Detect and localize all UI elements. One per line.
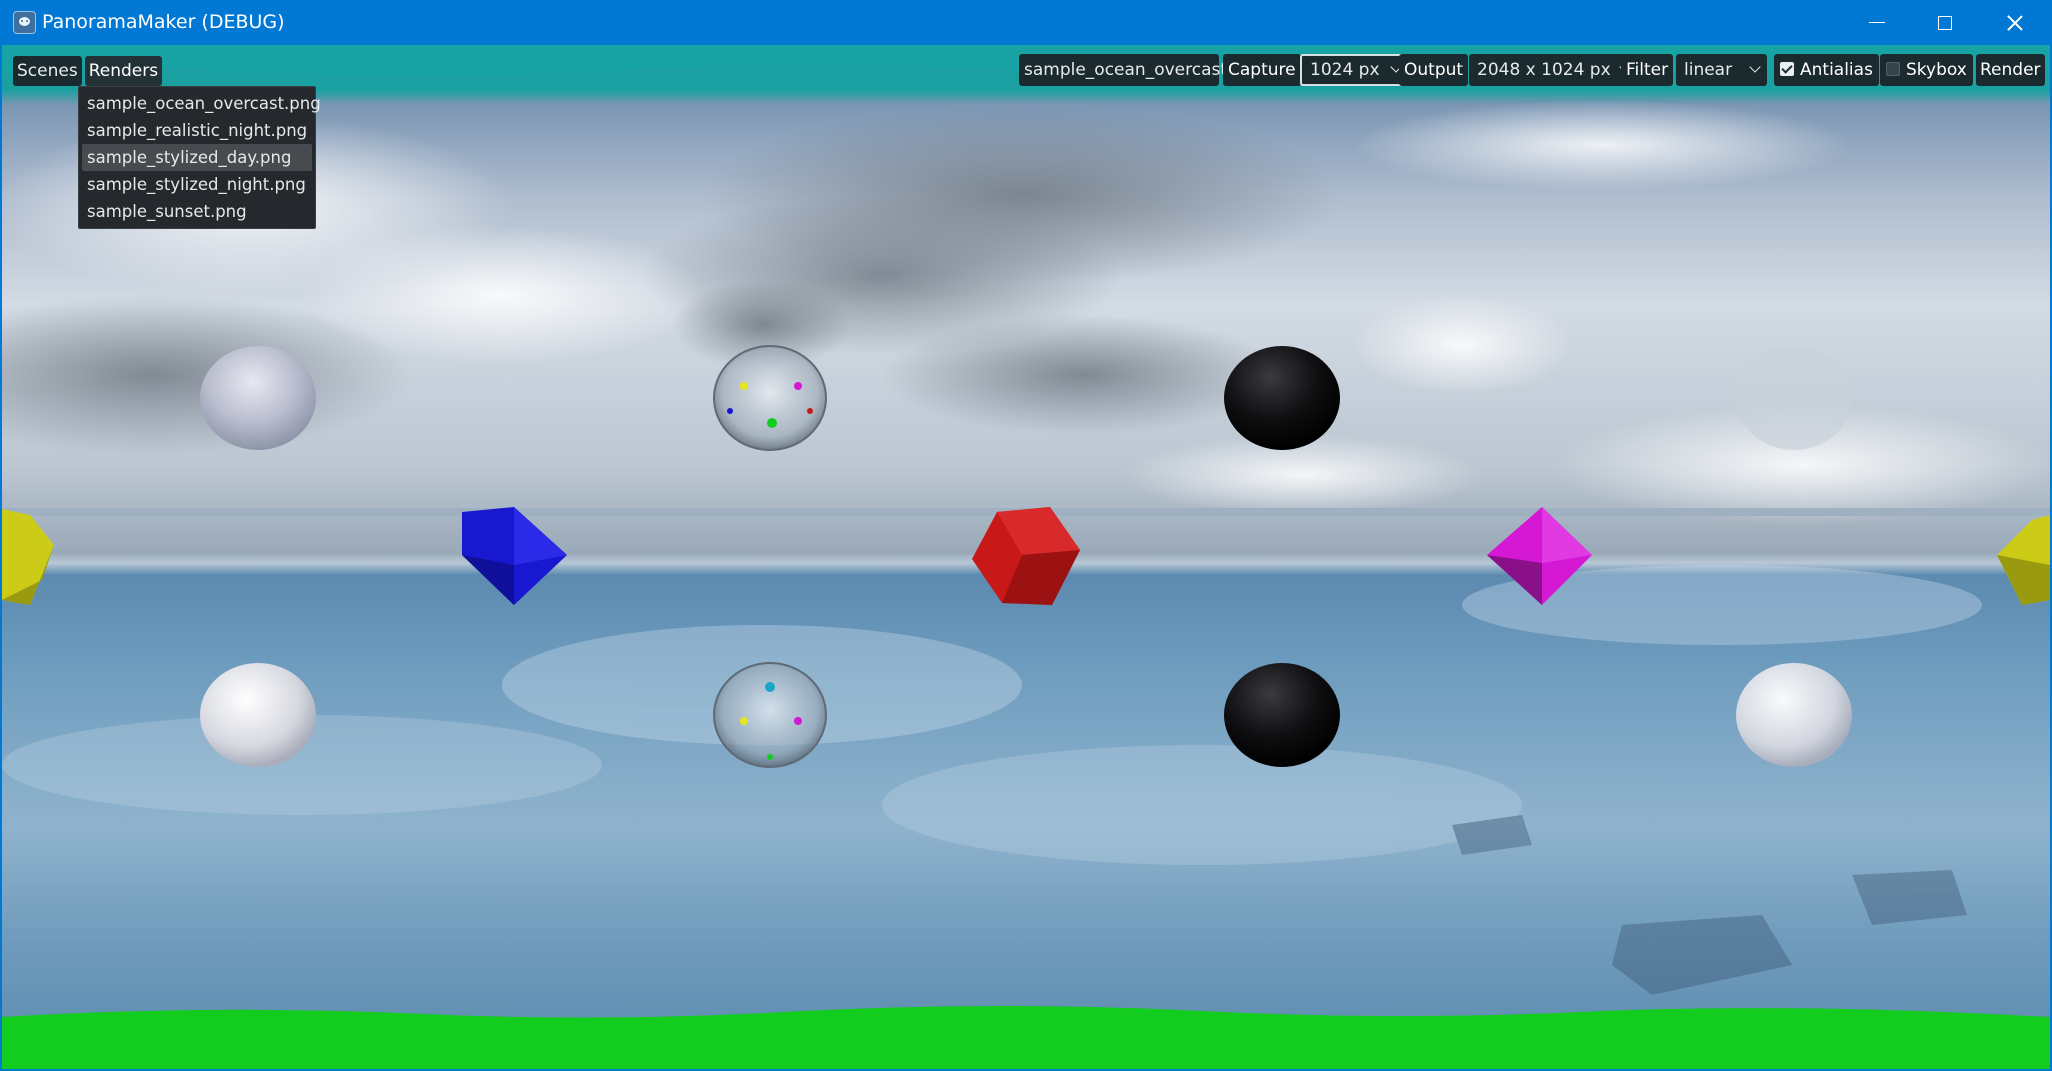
render-item[interactable]: sample_sunset.png <box>82 198 312 225</box>
output-select[interactable]: 2048 x 1024 px <box>1469 54 1637 86</box>
filter-value: linear <box>1684 60 1733 80</box>
render-item[interactable]: sample_ocean_overcast.png <box>82 90 321 117</box>
maximize-icon <box>1938 15 1952 30</box>
scene-name-field[interactable]: sample_ocean_overcast <box>1019 54 1227 86</box>
capture-value: 1024 px <box>1310 60 1380 80</box>
godot-icon <box>13 11 36 34</box>
filter-label: Filter <box>1621 54 1674 86</box>
window-title: PanoramaMaker (DEBUG) <box>42 11 285 33</box>
blue-cube <box>462 507 567 605</box>
scenes-menu-button[interactable]: Scenes <box>13 56 82 86</box>
capture-select[interactable]: 1024 px <box>1300 54 1408 86</box>
skybox-label: Skybox <box>1906 60 1967 80</box>
output-value: 2048 x 1024 px <box>1477 60 1611 80</box>
maximize-button[interactable] <box>1910 0 1980 45</box>
title-bar: PanoramaMaker (DEBUG) <box>0 0 2052 45</box>
renders-menu-button[interactable]: Renders <box>84 56 163 86</box>
glass-sphere-upper <box>713 345 827 451</box>
water-reflections <box>2 565 1982 995</box>
render-item[interactable]: sample_realistic_night.png <box>82 117 312 144</box>
render-item[interactable]: sample_stylized_night.png <box>82 171 312 198</box>
pearl-sphere-upper <box>200 346 316 450</box>
red-cube <box>972 507 1080 605</box>
white-sphere-lower <box>200 663 316 767</box>
checkbox-checked-icon <box>1780 62 1794 76</box>
antialias-label: Antialias <box>1800 60 1873 80</box>
yellow-cube-left <box>2 509 54 605</box>
close-icon <box>2006 14 2024 32</box>
yellow-cube-right <box>1997 515 2050 605</box>
render-item-hovered[interactable]: sample_stylized_day.png <box>82 144 312 171</box>
capture-label: Capture <box>1223 54 1301 86</box>
chevron-down-icon <box>1749 61 1761 73</box>
checkbox-unchecked-icon <box>1886 62 1900 76</box>
renders-dropdown: sample_ocean_overcast.png sample_realist… <box>78 86 321 229</box>
menu-bar: Scenes Renders <box>13 56 163 86</box>
render-button[interactable]: Render <box>1976 54 2045 86</box>
translucent-sphere-upper <box>1736 346 1852 450</box>
black-sphere-lower <box>1224 663 1340 767</box>
glass-sphere-lower <box>713 662 827 768</box>
close-button[interactable] <box>1980 0 2050 45</box>
skybox-checkbox[interactable]: Skybox <box>1880 54 1973 86</box>
minimize-icon <box>1869 22 1885 23</box>
antialias-checkbox[interactable]: Antialias <box>1774 54 1879 86</box>
filter-select[interactable]: linear <box>1676 54 1767 86</box>
minimize-button[interactable] <box>1842 0 1912 45</box>
output-label: Output <box>1399 54 1469 86</box>
white-sphere-lower-right <box>1736 663 1852 767</box>
black-sphere-upper <box>1224 346 1340 450</box>
